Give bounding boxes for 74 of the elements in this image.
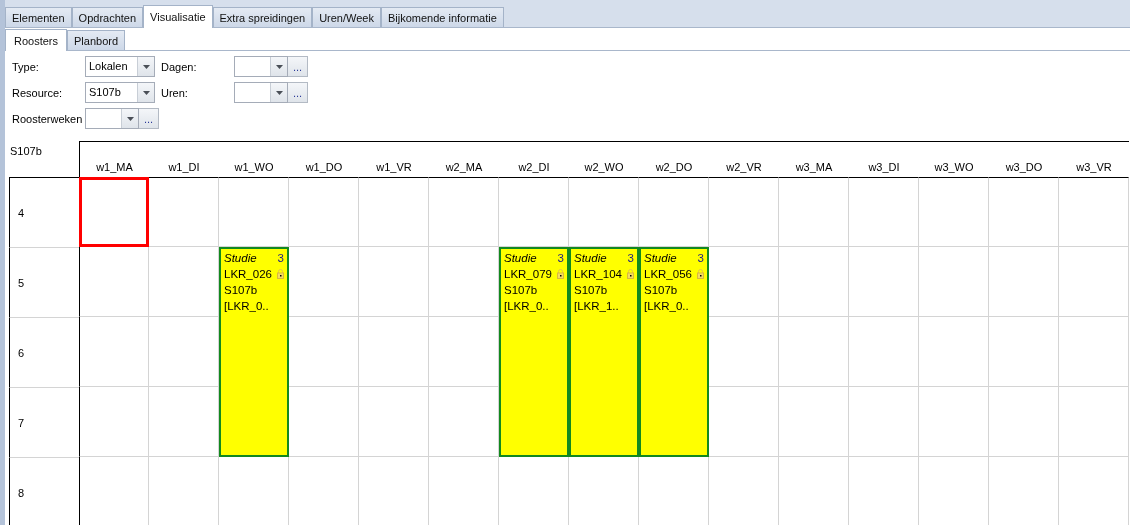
resource-name: S107b — [10, 145, 42, 157]
column-header: w1_WO — [234, 161, 274, 173]
dropdown[interactable]: Lokalen — [85, 56, 155, 77]
card-note: [LKR_0.. — [644, 299, 690, 313]
grid-cell[interactable] — [709, 177, 779, 247]
column-header: w2_VR — [726, 161, 762, 173]
grid-cell[interactable] — [1059, 177, 1129, 247]
row-header: 4 — [18, 206, 25, 219]
row-header: 6 — [18, 346, 25, 359]
dropdown[interactable]: S107b — [85, 82, 155, 103]
count: 3 — [277, 251, 284, 265]
activity-title: Studie — [504, 251, 537, 265]
column-header: w3_WO — [934, 161, 974, 173]
field-label: Dagen: — [161, 60, 198, 73]
tab[interactable]: Extra spreidingen — [212, 7, 313, 27]
schedule-card[interactable]: Studie 3 LKR_104 S107b [LKR_1.. — [569, 247, 639, 457]
field-label: Uren: — [161, 86, 189, 99]
column-header: w2_WO — [584, 161, 624, 173]
grid-cell[interactable] — [289, 177, 359, 247]
selected-cell[interactable] — [79, 177, 149, 247]
card-note: [LKR_1.. — [574, 299, 620, 313]
field-label: Roosterweken — [12, 112, 84, 125]
browse-button[interactable]: ... — [139, 108, 159, 129]
row-header: 8 — [18, 486, 25, 499]
column-header: w1_DO — [305, 161, 343, 173]
room-name: S107b — [224, 283, 259, 297]
column-header: w3_MA — [795, 161, 833, 173]
column-header: w3_VR — [1076, 161, 1112, 173]
tab[interactable]: Uren/Week — [312, 7, 381, 27]
column-header: w2_DO — [655, 161, 693, 173]
column-header: w1_DI — [168, 161, 200, 173]
card-note: [LKR_0.. — [224, 299, 270, 313]
room-name: S107b — [504, 283, 539, 297]
column-header: w2_DI — [518, 161, 550, 173]
card-note: [LKR_0.. — [504, 299, 550, 313]
teacher-code: LKR_104 — [574, 267, 622, 281]
field-label: Resource: — [12, 86, 64, 99]
room-name: S107b — [574, 283, 609, 297]
grid-cell[interactable] — [359, 177, 429, 247]
field-label: Type: — [12, 60, 40, 73]
schedule-card[interactable]: Studie 3 LKR_026 S107b [LKR_0.. — [219, 247, 289, 457]
grid-cell[interactable] — [919, 177, 989, 247]
count: 3 — [627, 251, 634, 265]
activity-title: Studie — [574, 251, 607, 265]
sub-tab[interactable]: Roosters — [5, 29, 68, 51]
column-header: w2_MA — [445, 161, 483, 173]
teacher-code: LKR_026 — [224, 267, 272, 281]
grid-cell[interactable] — [779, 177, 849, 247]
teacher-code: LKR_079 — [504, 267, 552, 281]
tab[interactable]: Elementen — [5, 7, 72, 27]
activity-title: Studie — [224, 251, 257, 265]
column-header: w3_DI — [868, 161, 900, 173]
column-header: w1_MA — [96, 161, 133, 173]
row-header: 5 — [18, 276, 25, 289]
column-header: w3_DO — [1005, 161, 1043, 173]
grid-cell[interactable] — [849, 177, 919, 247]
tab[interactable]: Visualisatie — [143, 5, 213, 28]
tab[interactable]: Bijkomende informatie — [380, 7, 504, 27]
teacher-code: LKR_056 — [644, 267, 692, 281]
row-header: 7 — [18, 416, 25, 429]
grid-cell[interactable] — [989, 177, 1059, 247]
grid-cell[interactable] — [429, 177, 499, 247]
sub-tab[interactable]: Planbord — [67, 30, 126, 50]
schedule-card[interactable]: Studie 3 LKR_056 S107b [LKR_0.. — [639, 247, 709, 457]
schedule-card[interactable]: Studie 3 LKR_079 S107b [LKR_0.. — [499, 247, 569, 457]
room-name: S107b — [644, 283, 679, 297]
tab[interactable]: Opdrachten — [71, 7, 144, 27]
column-header: w1_VR — [376, 161, 412, 173]
grid-cell[interactable] — [149, 177, 219, 247]
activity-title: Studie — [644, 251, 677, 265]
browse-button[interactable]: ... — [288, 82, 308, 103]
count: 3 — [697, 251, 704, 265]
browse-button[interactable]: ... — [288, 56, 308, 77]
count: 3 — [557, 251, 564, 265]
